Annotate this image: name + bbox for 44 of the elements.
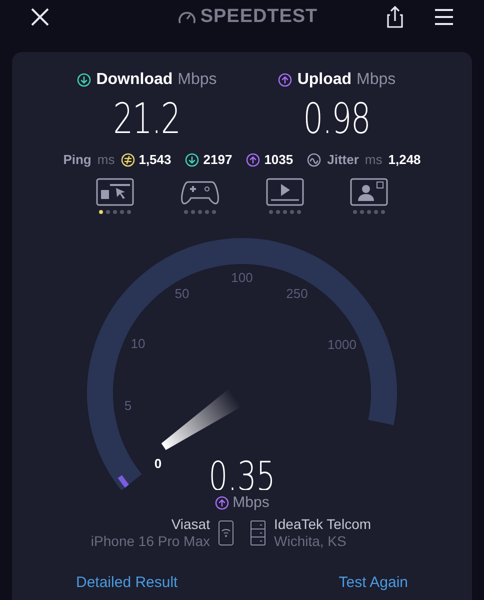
- server-location: Wichita, KS: [274, 533, 346, 550]
- ping-label: Ping: [63, 151, 92, 169]
- unit-label: Mbps: [356, 70, 396, 90]
- gauge-tick-label: 50: [174, 286, 190, 300]
- gauge-tick-label: 10: [130, 336, 146, 350]
- server-name: IdeaTek Telcom: [274, 516, 372, 533]
- jitter-label: Jitter: [327, 151, 359, 169]
- browser-window-icon: [96, 178, 134, 206]
- download-icon: [77, 73, 92, 87]
- jitter-value: 1,248: [388, 151, 421, 169]
- close-icon[interactable]: [30, 7, 50, 27]
- gauge-tick-label: 5: [124, 398, 132, 412]
- speedometer-icon: [178, 9, 196, 25]
- gauge-tick-label: 100: [231, 270, 253, 284]
- action-link[interactable]: Detailed Result: [76, 572, 178, 594]
- unit-label: ms: [364, 151, 382, 169]
- result-value: 0.98: [304, 93, 370, 145]
- gauge-tick-label: 1000: [328, 336, 356, 352]
- result-value: 21.2: [114, 93, 180, 145]
- app-title: SPEEDTEST: [200, 4, 318, 29]
- video-call-icon: [350, 178, 388, 206]
- video-player-icon: [266, 178, 304, 206]
- unit-label: ms: [97, 151, 115, 169]
- upload-icon: [278, 73, 292, 87]
- download-icon: [185, 152, 200, 167]
- action-link[interactable]: Test Again: [338, 572, 408, 594]
- gauge-tick-label: 0: [154, 456, 162, 470]
- latency-value: 1035: [264, 151, 294, 169]
- share-icon[interactable]: [386, 5, 404, 29]
- device-name: iPhone 16 Pro Max: [90, 533, 210, 550]
- latency-value: 1,543: [138, 151, 172, 169]
- upload-icon: [214, 496, 229, 510]
- unit-label: Mbps: [178, 70, 217, 90]
- gauge-tick-label: 250: [286, 286, 308, 300]
- upload-icon: [246, 152, 260, 167]
- result-label: Download: [96, 70, 173, 90]
- menu-icon[interactable]: [434, 8, 454, 26]
- speed-unit: Mbps: [232, 492, 270, 512]
- wave-icon: [307, 152, 322, 167]
- server-icon: [250, 520, 266, 546]
- phone-wifi-icon: [218, 520, 234, 546]
- result-label: Upload: [297, 70, 352, 90]
- provider-name: Viasat: [171, 516, 210, 533]
- latency-value: 2197: [203, 151, 232, 169]
